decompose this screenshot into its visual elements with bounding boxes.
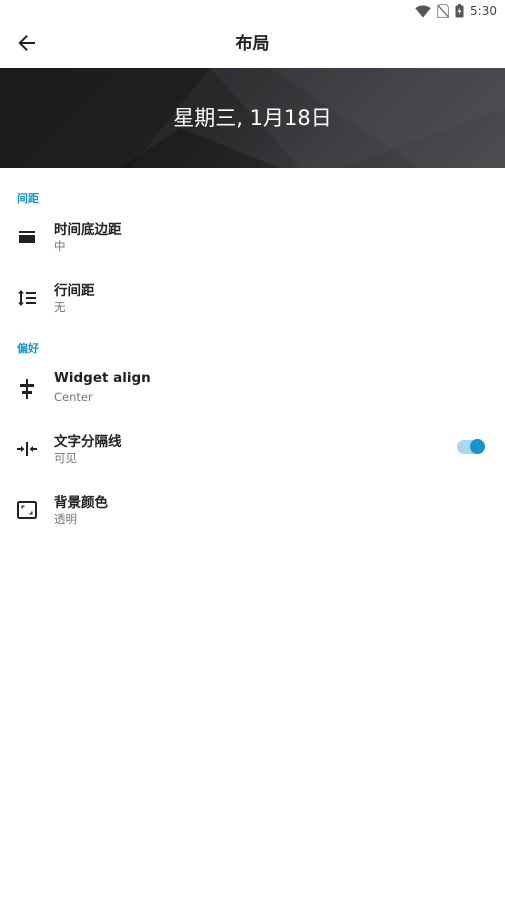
divider-icon: [16, 438, 38, 460]
setting-value: 中: [54, 239, 66, 253]
section-header-preferences: 偏好: [17, 342, 39, 355]
setting-title: 行间距: [54, 283, 95, 299]
preview-date: 星期三, 1月18日: [173, 106, 332, 130]
section-header-spacing: 间距: [17, 192, 39, 205]
bottom-padding-icon: [16, 226, 38, 248]
no-sim-icon: [437, 4, 450, 18]
setting-value: 透明: [54, 512, 77, 526]
widget-preview: 星期三, 1月18日: [0, 68, 505, 168]
divider-toggle-switch[interactable]: [457, 439, 485, 455]
align-icon: [16, 378, 38, 400]
setting-title: 时间底边距: [54, 222, 122, 238]
setting-text-divider[interactable]: 文字分隔线 可见: [0, 424, 505, 480]
clock-time: 5:30: [470, 4, 497, 18]
battery-icon: [455, 4, 464, 18]
background-icon: [16, 499, 38, 521]
setting-widget-align[interactable]: Widget align Center: [0, 364, 505, 420]
setting-value: 可见: [54, 451, 77, 465]
line-spacing-icon: [16, 287, 38, 309]
setting-title: 背景颜色: [54, 495, 108, 511]
toggle-thumb: [470, 439, 485, 454]
page-title: 布局: [235, 34, 270, 54]
setting-background-color[interactable]: 背景颜色 透明: [0, 485, 505, 541]
setting-title: 文字分隔线: [54, 434, 122, 450]
setting-bottom-padding[interactable]: 时间底边距 中: [0, 212, 505, 268]
app-bar: 布局: [0, 22, 505, 68]
wifi-icon: [415, 5, 431, 18]
status-bar: 5:30: [0, 0, 505, 22]
setting-line-spacing[interactable]: 行间距 无: [0, 273, 505, 329]
setting-value: 无: [54, 300, 66, 314]
setting-title: Widget align: [54, 370, 151, 386]
setting-value: Center: [54, 390, 93, 404]
